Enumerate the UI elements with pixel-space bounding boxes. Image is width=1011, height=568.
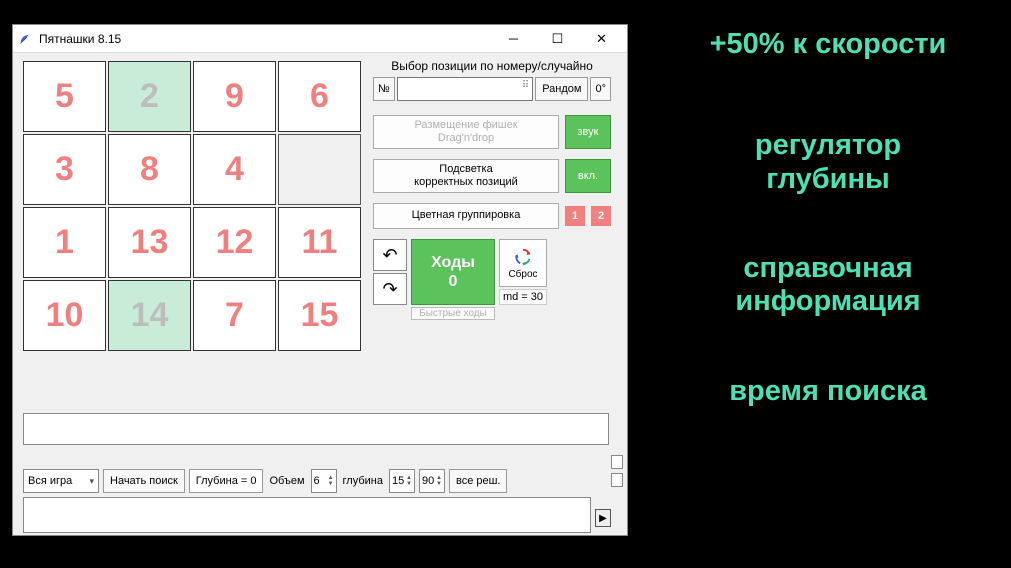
tile-9[interactable]: 9	[193, 61, 276, 132]
scope-value: Вся игра	[28, 475, 72, 487]
depth3-value: 90	[422, 475, 434, 487]
placement-row: Размещение фишекDrag'n'drop звук	[373, 115, 611, 149]
close-button[interactable]: ✕	[579, 26, 623, 52]
volume-label: Объем	[267, 469, 306, 493]
client-area: 529638411312111014715 Выбор позиции по н…	[13, 53, 627, 535]
side-annotations: +50% к скорости регулятор глубины справо…	[658, 28, 998, 408]
tile-13[interactable]: 13	[108, 207, 191, 278]
recycle-icon	[512, 246, 534, 268]
colorgroup-row: Цветная группировка 1 2	[373, 203, 611, 229]
right-column: Выбор позиции по номеру/случайно № Рандо…	[373, 59, 611, 325]
reset-label: Сброс	[508, 269, 537, 280]
selector-heading: Выбор позиции по номеру/случайно	[373, 59, 611, 73]
scope-select[interactable]: Вся игра ▾	[23, 469, 99, 493]
copy-icon[interactable]	[611, 455, 623, 469]
depth2-spinner[interactable]: 15 ▲▼	[389, 469, 415, 493]
titlebar: Пятнашки 8.15 ─ ☐ ✕	[13, 25, 627, 53]
tile-4[interactable]: 4	[193, 134, 276, 205]
tile-8[interactable]: 8	[108, 134, 191, 205]
colorgroup-badges: 1 2	[565, 203, 611, 229]
sound-badge[interactable]: звук	[565, 115, 611, 149]
app-window: Пятнашки 8.15 ─ ☐ ✕ 52963841131211101471…	[12, 24, 628, 536]
reset-button[interactable]: Сброс	[499, 239, 547, 287]
tile-10[interactable]: 10	[23, 280, 106, 351]
tile-11[interactable]: 11	[278, 207, 361, 278]
annotation-time: время поиска	[658, 375, 998, 408]
undo-button[interactable]: ↶	[373, 239, 407, 271]
search-bar: Вся игра ▾ Начать поиск Глубина = 0 Объе…	[23, 469, 609, 493]
volume-value: 6	[314, 475, 320, 487]
fast-row: Быстрые ходы	[373, 307, 611, 325]
annotation-speed: +50% к скорости	[658, 28, 998, 61]
depth3-spinner[interactable]: 90 ▲▼	[419, 469, 445, 493]
start-search-button[interactable]: Начать поиск	[103, 469, 185, 493]
annotation-reference: справочная информация	[658, 252, 998, 319]
highlight-button[interactable]: Подсветкакорректных позиций	[373, 159, 559, 193]
tile-2[interactable]: 2	[108, 61, 191, 132]
moves-value: 0	[449, 272, 458, 291]
maximize-button[interactable]: ☐	[535, 26, 579, 52]
fast-moves-button[interactable]: Быстрые ходы	[411, 307, 495, 320]
all-solutions-button[interactable]: все реш.	[449, 469, 508, 493]
window-title: Пятнашки 8.15	[39, 32, 491, 46]
reset-column: Сброс md = 30	[499, 239, 547, 305]
depth2-label: глубина	[341, 469, 385, 493]
spinner-arrows-icon: ▲▼	[328, 475, 334, 487]
selector-row: № Рандом 0°	[373, 77, 611, 101]
play-button[interactable]: ▶	[595, 509, 611, 527]
tile-5[interactable]: 5	[23, 61, 106, 132]
tile-6[interactable]: 6	[278, 61, 361, 132]
random-button[interactable]: Рандом	[535, 77, 588, 101]
position-input[interactable]	[397, 77, 533, 101]
depth2-value: 15	[392, 475, 404, 487]
chevron-down-icon: ▾	[89, 476, 94, 487]
tile-12[interactable]: 12	[193, 207, 276, 278]
spinner-arrows-icon: ▲▼	[406, 475, 412, 487]
group-1-badge[interactable]: 1	[565, 206, 585, 226]
number-button[interactable]: №	[373, 77, 395, 101]
log-output-2[interactable]	[23, 497, 591, 533]
log-output-1[interactable]	[23, 413, 609, 445]
minimize-button[interactable]: ─	[491, 26, 535, 52]
tile-3[interactable]: 3	[23, 134, 106, 205]
rotate-button[interactable]: 0°	[590, 77, 611, 101]
tile-1[interactable]: 1	[23, 207, 106, 278]
puzzle-board: 5296 384 1131211 1014715	[23, 61, 361, 351]
undo-column: ↶ ↷	[373, 239, 407, 305]
placement-button[interactable]: Размещение фишекDrag'n'drop	[373, 115, 559, 149]
colorgroup-button[interactable]: Цветная группировка	[373, 203, 559, 229]
window-buttons: ─ ☐ ✕	[491, 26, 623, 52]
tile-7[interactable]: 7	[193, 280, 276, 351]
copy-icon[interactable]	[611, 473, 623, 487]
placement-label: Размещение фишекDrag'n'drop	[414, 119, 517, 145]
moves-label: Ходы	[431, 253, 475, 272]
feather-icon	[17, 31, 33, 47]
depth-display: Глубина = 0	[189, 469, 264, 493]
on-badge[interactable]: вкл.	[565, 159, 611, 193]
moves-counter: Ходы 0	[411, 239, 495, 305]
redo-button[interactable]: ↷	[373, 273, 407, 305]
group-2-badge[interactable]: 2	[591, 206, 611, 226]
highlight-row: Подсветкакорректных позиций вкл.	[373, 159, 611, 193]
md-label: md = 30	[499, 289, 547, 305]
control-row: ↶ ↷ Ходы 0	[373, 239, 611, 305]
tile-15[interactable]: 15	[278, 280, 361, 351]
empty-tile	[278, 134, 361, 205]
highlight-label: Подсветкакорректных позиций	[414, 163, 518, 189]
spinner-arrows-icon: ▲▼	[436, 475, 442, 487]
annotation-depth: регулятор глубины	[658, 129, 998, 196]
volume-spinner[interactable]: 6 ▲▼	[311, 469, 337, 493]
tile-14[interactable]: 14	[108, 280, 191, 351]
